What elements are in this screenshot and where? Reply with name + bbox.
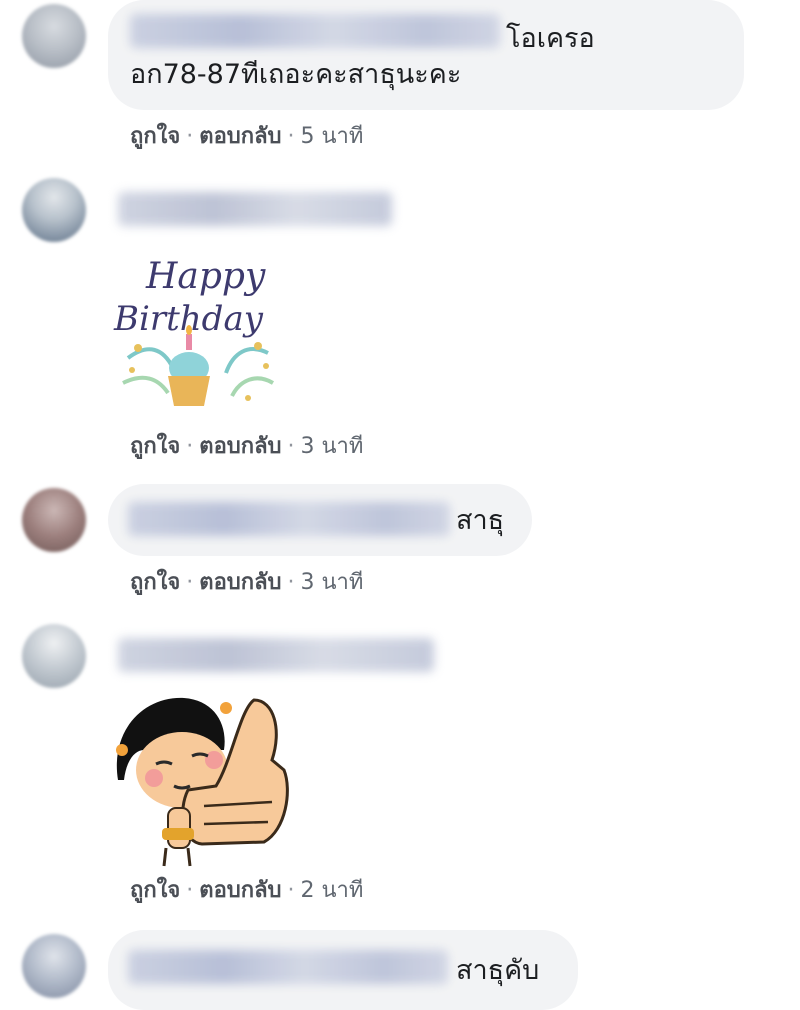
separator-dot: · xyxy=(186,878,194,903)
comment-timestamp[interactable]: 3 นาที xyxy=(301,570,364,595)
reply-link[interactable]: ตอบกลับ xyxy=(199,570,281,595)
commenter-name[interactable] xyxy=(130,14,500,48)
comment-actions: ถูกใจ · ตอบกลับ · 2 นาที xyxy=(130,872,363,907)
separator-dot: · xyxy=(186,434,194,459)
commenter-avatar[interactable] xyxy=(22,488,86,552)
commenter-avatar[interactable] xyxy=(22,4,86,68)
like-link[interactable]: ถูกใจ xyxy=(130,124,180,149)
reply-link[interactable]: ตอบกลับ xyxy=(199,124,281,149)
separator-dot: · xyxy=(287,124,295,149)
comment-actions: ถูกใจ · ตอบกลับ · 5 นาที xyxy=(130,118,363,153)
comment-timestamp[interactable]: 2 นาที xyxy=(301,878,364,903)
comment-timestamp[interactable]: 3 นาที xyxy=(301,434,364,459)
commenter-name[interactable] xyxy=(118,192,392,226)
like-link[interactable]: ถูกใจ xyxy=(130,878,180,903)
separator-dot: · xyxy=(287,570,295,595)
comment-actions: ถูกใจ · ตอบกลับ · 3 นาที xyxy=(130,428,363,463)
commenter-name[interactable] xyxy=(118,638,434,672)
commenter-avatar[interactable] xyxy=(22,178,86,242)
comment-text: สาธุ xyxy=(456,505,505,536)
separator-dot: · xyxy=(287,434,295,459)
like-link[interactable]: ถูกใจ xyxy=(130,570,180,595)
comment-actions: ถูกใจ · ตอบกลับ · 3 นาที xyxy=(130,564,363,599)
happy-birthday-sticker: Happy Birthday xyxy=(113,256,275,406)
like-link[interactable]: ถูกใจ xyxy=(130,434,180,459)
reply-link[interactable]: ตอบกลับ xyxy=(199,434,281,459)
separator-dot: · xyxy=(186,570,194,595)
thumbs-up-sticker xyxy=(116,697,289,867)
commenter-name[interactable] xyxy=(128,502,450,536)
sticker-text-happy: Happy xyxy=(145,256,266,297)
separator-dot: · xyxy=(287,878,295,903)
comment-timestamp[interactable]: 5 นาที xyxy=(301,124,364,149)
comment-text-line-2: อก78-87ทีเถอะคะสาธุนะคะ xyxy=(130,59,462,90)
comment-text-line-1: โอเครอ xyxy=(506,23,595,54)
commenter-name[interactable] xyxy=(128,950,448,984)
commenter-avatar[interactable] xyxy=(22,624,86,688)
reply-link[interactable]: ตอบกลับ xyxy=(199,878,281,903)
separator-dot: · xyxy=(186,124,194,149)
commenter-avatar[interactable] xyxy=(22,934,86,998)
comment-text: สาธุคับ xyxy=(456,955,540,986)
